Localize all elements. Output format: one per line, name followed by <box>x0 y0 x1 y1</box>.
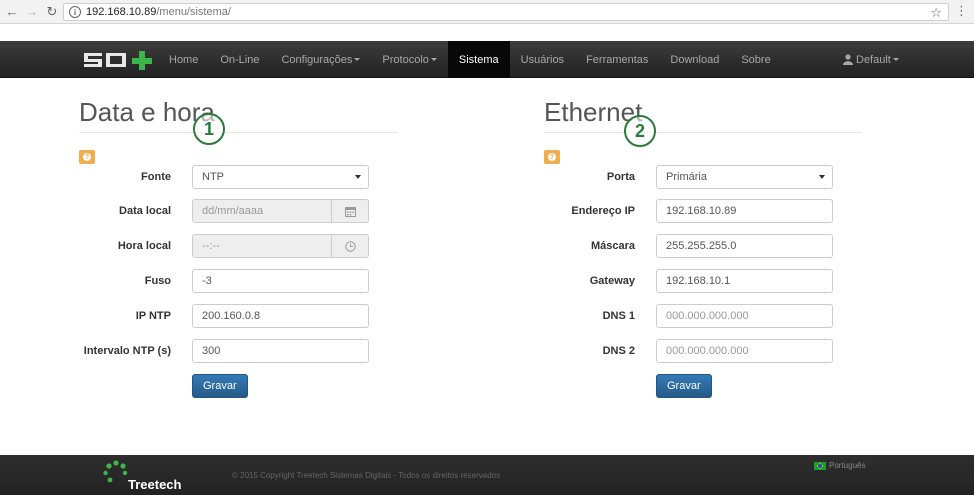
dns1-label: DNS 1 <box>602 310 635 322</box>
nav-configuracoes-label: Configurações <box>281 53 353 66</box>
data-local-input: dd/mm/aaaa <box>192 199 332 223</box>
ethernet-title-divider <box>544 132 862 133</box>
datetime-save-button[interactable]: Gravar <box>192 374 248 398</box>
nav-download[interactable]: Download <box>659 41 730 78</box>
caret-down-icon <box>354 58 361 61</box>
datetime-title-divider <box>79 132 398 133</box>
porta-select[interactable]: Primária <box>656 165 833 189</box>
hora-local-label: Hora local <box>117 240 171 252</box>
nav-online[interactable]: On-Line <box>209 41 270 78</box>
nav-items: Home On-Line Configurações Protocolo Sis… <box>158 41 782 78</box>
nav-download-label: Download <box>670 53 720 66</box>
step-badge-1: 1 <box>193 113 225 145</box>
nav-sistema-label: Sistema <box>458 53 499 66</box>
porta-label: Porta <box>606 171 635 183</box>
back-icon[interactable]: ← <box>4 4 20 20</box>
url-path: /menu/sistema/ <box>156 6 231 18</box>
clock-icon <box>331 234 369 258</box>
porta-value: Primária <box>666 171 707 183</box>
gateway-input[interactable]: 192.168.10.1 <box>656 269 833 293</box>
help-icon: ? <box>548 153 556 161</box>
language-label: Português <box>829 461 866 470</box>
footer-copyright: © 2015 Copyright Treetech Sistemas Digit… <box>232 471 501 480</box>
nav-usuarios[interactable]: Usuários <box>510 41 575 78</box>
brazil-flag-icon <box>814 461 826 470</box>
hora-local-input: --:-- <box>192 234 332 258</box>
ethernet-help-button[interactable]: ? <box>544 150 560 164</box>
user-menu[interactable]: Default <box>843 41 899 78</box>
url-host: 192.168.10.89 <box>86 6 157 18</box>
ip-ntp-input[interactable]: 200.160.0.8 <box>192 304 369 328</box>
bookmark-star-icon[interactable]: ☆ <box>930 5 942 21</box>
nav-usuarios-label: Usuários <box>520 53 565 66</box>
calendar-icon <box>331 199 369 223</box>
user-icon <box>843 54 853 65</box>
ip-ntp-label: IP NTP <box>135 310 171 322</box>
select-arrow-icon <box>819 175 825 179</box>
nav-sobre[interactable]: Sobre <box>730 41 781 78</box>
fonte-value: NTP <box>202 171 224 183</box>
nav-protocolo[interactable]: Protocolo <box>371 41 447 78</box>
nav-ferramentas-label: Ferramentas <box>586 53 649 66</box>
fonte-select[interactable]: NTP <box>192 165 369 189</box>
caret-down-icon <box>892 58 899 61</box>
nav-home[interactable]: Home <box>158 41 209 78</box>
treetech-brand: Treetech <box>128 477 182 492</box>
dns1-input[interactable]: 000.000.000.000 <box>656 304 833 328</box>
dns2-label: DNS 2 <box>602 345 635 357</box>
gateway-label: Gateway <box>589 275 635 287</box>
intervalo-ntp-input[interactable]: 300 <box>192 339 369 363</box>
nav-home-label: Home <box>169 53 199 66</box>
dns2-input[interactable]: 000.000.000.000 <box>656 339 833 363</box>
nav-ferramentas[interactable]: Ferramentas <box>575 41 659 78</box>
caret-down-icon <box>430 58 437 61</box>
mascara-label: Máscara <box>590 240 635 252</box>
data-local-label: Data local <box>119 205 171 217</box>
sd-logo[interactable] <box>82 50 156 70</box>
browser-toolbar: ← → ↻ i 192.168.10.89/menu/sistema/ ☆ ⋮ <box>0 0 974 24</box>
forward-icon[interactable]: → <box>24 4 40 20</box>
fuso-label: Fuso <box>144 275 171 287</box>
endereco-ip-input[interactable]: 192.168.10.89 <box>656 199 833 223</box>
language-selector[interactable]: Português <box>814 461 865 470</box>
address-bar[interactable]: i 192.168.10.89/menu/sistema/ ☆ <box>63 3 949 21</box>
nav-protocolo-label: Protocolo <box>382 53 429 66</box>
nav-sistema[interactable]: Sistema <box>447 41 510 78</box>
url-text: 192.168.10.89/menu/sistema/ <box>86 6 231 18</box>
nav-online-label: On-Line <box>220 53 260 66</box>
help-icon: ? <box>83 153 91 161</box>
intervalo-ntp-label: Intervalo NTP (s) <box>83 345 171 357</box>
browser-menu-icon[interactable]: ⋮ <box>955 3 968 19</box>
reload-icon[interactable]: ↻ <box>44 4 60 20</box>
ethernet-save-button[interactable]: Gravar <box>656 374 712 398</box>
fonte-label: Fonte <box>141 171 171 183</box>
datetime-help-button[interactable]: ? <box>79 150 95 164</box>
nav-configuracoes[interactable]: Configurações <box>270 41 371 78</box>
step-badge-2: 2 <box>624 115 656 147</box>
info-icon[interactable]: i <box>69 6 81 18</box>
fuso-input[interactable]: -3 <box>192 269 369 293</box>
main-navbar: Home On-Line Configurações Protocolo Sis… <box>0 41 974 78</box>
select-arrow-icon <box>355 175 361 179</box>
mascara-input[interactable]: 255.255.255.0 <box>656 234 833 258</box>
page-top-strip <box>0 24 974 41</box>
endereco-ip-label: Endereço IP <box>571 205 635 217</box>
nav-sobre-label: Sobre <box>741 53 771 66</box>
user-label: Default <box>856 53 891 66</box>
